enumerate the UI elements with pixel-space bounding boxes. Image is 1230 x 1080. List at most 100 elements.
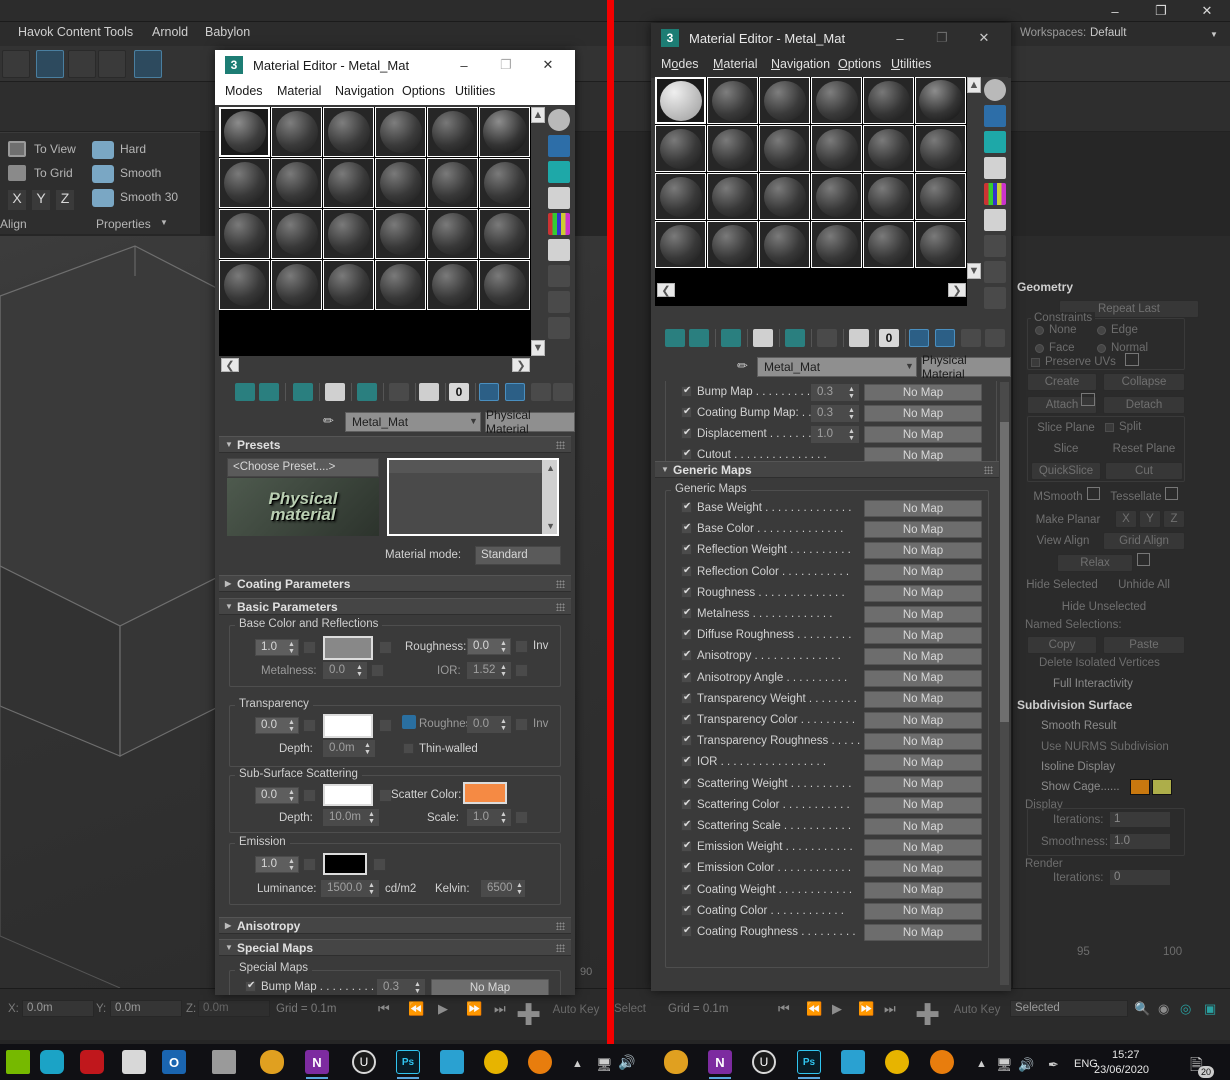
sss-weight-spinner-arrows[interactable]: ▲ ▼	[287, 789, 296, 803]
roughness-spinner-arrows[interactable]: ▲ ▼	[499, 640, 508, 654]
get-material-icon[interactable]	[665, 329, 685, 347]
material-type-button[interactable]: Physical Material	[921, 353, 1011, 381]
transparency-roughness-spinner-arrows[interactable]: ▲ ▼	[499, 718, 508, 732]
sample-slot[interactable]	[479, 107, 530, 157]
generic-map-button[interactable]: No Map	[864, 860, 982, 878]
keyshot-icon[interactable]	[260, 1050, 284, 1074]
me-right-menu-modes[interactable]: Modes	[661, 57, 699, 71]
smooth-button[interactable]: Smooth	[120, 166, 161, 180]
me-right-maximize-button[interactable]: ❐	[921, 23, 963, 53]
sample-slot[interactable]	[271, 209, 322, 259]
me-left-title-bar[interactable]: 3 Material Editor - Metal_Mat – ❐ ✕	[215, 50, 575, 80]
thin-walled-label[interactable]: Thin-walled	[419, 743, 478, 755]
constraint-none-radio[interactable]	[1035, 326, 1044, 335]
bump-map-button-right[interactable]: No Map	[864, 384, 982, 401]
generic-map-checkbox[interactable]	[681, 628, 692, 641]
eyedropper-icon[interactable]: ✏	[737, 358, 748, 374]
me-left-scroll-left-button[interactable]: ❮	[221, 358, 239, 372]
onenote-icon-right[interactable]: N	[708, 1050, 732, 1074]
smooth-30-button[interactable]: Smooth 30	[120, 190, 178, 204]
rollout-subdivision-surface-title[interactable]: Subdivision Surface	[1017, 698, 1227, 712]
presets-list-scroll-up-icon[interactable]: ▲	[546, 463, 555, 473]
show-end-result-icon[interactable]	[548, 343, 570, 365]
substance-painter-icon[interactable]	[440, 1050, 464, 1074]
material-name-chevron-down-icon[interactable]: ▼	[469, 416, 478, 426]
generic-map-checkbox[interactable]	[681, 777, 692, 789]
generic-map-checkbox[interactable]	[681, 522, 692, 535]
zoom-extents-icon[interactable]: ◎	[1180, 1001, 1191, 1017]
generic-map-checkbox[interactable]	[681, 713, 692, 725]
constraint-face-radio[interactable]	[1035, 344, 1044, 353]
workspaces-value[interactable]: Default	[1090, 27, 1126, 39]
rollout-generic-maps-header[interactable]: ▼ Generic Maps	[655, 461, 999, 478]
make-planar-y-button[interactable]: Y	[1139, 510, 1161, 528]
make-preview-icon[interactable]	[984, 209, 1006, 231]
marmoset-toolbag-icon-right[interactable]	[885, 1050, 909, 1074]
sample-type-sphere-icon[interactable]	[984, 79, 1006, 101]
sample-slot[interactable]	[915, 77, 966, 124]
ior-map-button[interactable]	[515, 664, 528, 677]
generic-map-button[interactable]: No Map	[864, 775, 982, 793]
presets-list-selected-row[interactable]	[389, 460, 557, 473]
material-type-button[interactable]: Physical Material	[485, 408, 575, 436]
cutout-checkbox-right[interactable]	[681, 448, 692, 460]
me-right-menu-utilities[interactable]: Utilities	[891, 57, 931, 71]
generic-map-button[interactable]: No Map	[864, 627, 982, 645]
rollout-anisotropy-header[interactable]: ▶ Anisotropy	[219, 917, 571, 934]
zoom-icon[interactable]: 🔍	[1134, 1001, 1150, 1017]
copy-button[interactable]: Copy	[1027, 636, 1097, 654]
generic-map-button[interactable]: No Map	[864, 521, 982, 539]
sample-slot[interactable]	[375, 260, 426, 310]
menu-babylon[interactable]: Babylon	[205, 25, 250, 39]
generic-map-button[interactable]: No Map	[864, 542, 982, 560]
generic-map-checkbox[interactable]	[681, 755, 692, 768]
material-name-field[interactable]: Metal_Mat	[757, 357, 917, 377]
generic-map-button[interactable]: No Map	[864, 712, 982, 729]
kelvin-spinner-arrows[interactable]: ▲ ▼	[515, 882, 524, 896]
iterations-spinner[interactable]: 1	[1109, 811, 1171, 828]
clock-time[interactable]: 15:27	[1112, 1049, 1140, 1061]
sample-type-sphere-icon[interactable]	[548, 109, 570, 131]
sample-uv-tiling-icon[interactable]	[984, 157, 1006, 179]
sample-slot[interactable]	[707, 221, 758, 268]
get-material-icon[interactable]	[235, 383, 255, 401]
nvidia-icon[interactable]	[6, 1050, 30, 1074]
marmoset-toolbag-icon[interactable]	[484, 1050, 508, 1074]
sample-slot[interactable]	[375, 158, 426, 208]
make-planar-x-button[interactable]: X	[1115, 510, 1137, 528]
metalness-spinner-arrows[interactable]: ▲ ▼	[355, 664, 364, 678]
attach-settings-icon[interactable]	[1081, 393, 1095, 406]
generic-map-button[interactable]: No Map	[864, 924, 982, 941]
me-right-sample-slots[interactable]	[655, 77, 967, 306]
generic-map-checkbox[interactable]	[681, 840, 692, 853]
volume-icon-right[interactable]: 🔊	[618, 1050, 642, 1074]
constraint-edge-radio[interactable]	[1097, 326, 1106, 335]
generic-map-checkbox[interactable]	[681, 904, 692, 916]
sample-slot[interactable]	[479, 158, 530, 208]
select-by-material-icon[interactable]	[548, 291, 570, 313]
substance-painter-icon-right[interactable]	[841, 1050, 865, 1074]
unreal-engine-icon-right[interactable]: U	[752, 1050, 776, 1074]
relax-settings-icon[interactable]	[1137, 553, 1150, 566]
generic-map-button[interactable]: No Map	[864, 690, 982, 708]
go-to-start-icon-right[interactable]: ⏮	[778, 1001, 790, 1017]
generic-map-checkbox[interactable]	[681, 692, 692, 704]
go-to-start-icon[interactable]: ⏮	[378, 1001, 390, 1017]
sample-slot[interactable]	[915, 125, 966, 172]
basic-parameters-collapse-triangle-icon[interactable]: ▼	[225, 602, 233, 611]
relax-button[interactable]: Relax	[1057, 554, 1133, 572]
sample-slot[interactable]	[271, 107, 322, 157]
previous-frame-icon[interactable]: ⏪	[408, 1001, 424, 1017]
generic-map-checkbox[interactable]	[681, 671, 692, 683]
constraint-none-label[interactable]: None	[1049, 324, 1077, 336]
generic-map-checkbox[interactable]	[681, 734, 692, 747]
go-to-end-icon[interactable]: ⏭	[494, 1001, 506, 1017]
base-color-swatch[interactable]	[323, 636, 373, 660]
align-axis-y-button[interactable]: Y	[32, 190, 50, 210]
sample-slot[interactable]	[655, 125, 706, 172]
sample-slot[interactable]	[707, 173, 758, 220]
sample-slot[interactable]	[323, 260, 374, 310]
generic-map-button[interactable]: No Map	[864, 733, 982, 751]
show-end-result-toggle-icon[interactable]	[505, 383, 525, 401]
me-right-scroll-right-button[interactable]: ❯	[948, 283, 966, 297]
